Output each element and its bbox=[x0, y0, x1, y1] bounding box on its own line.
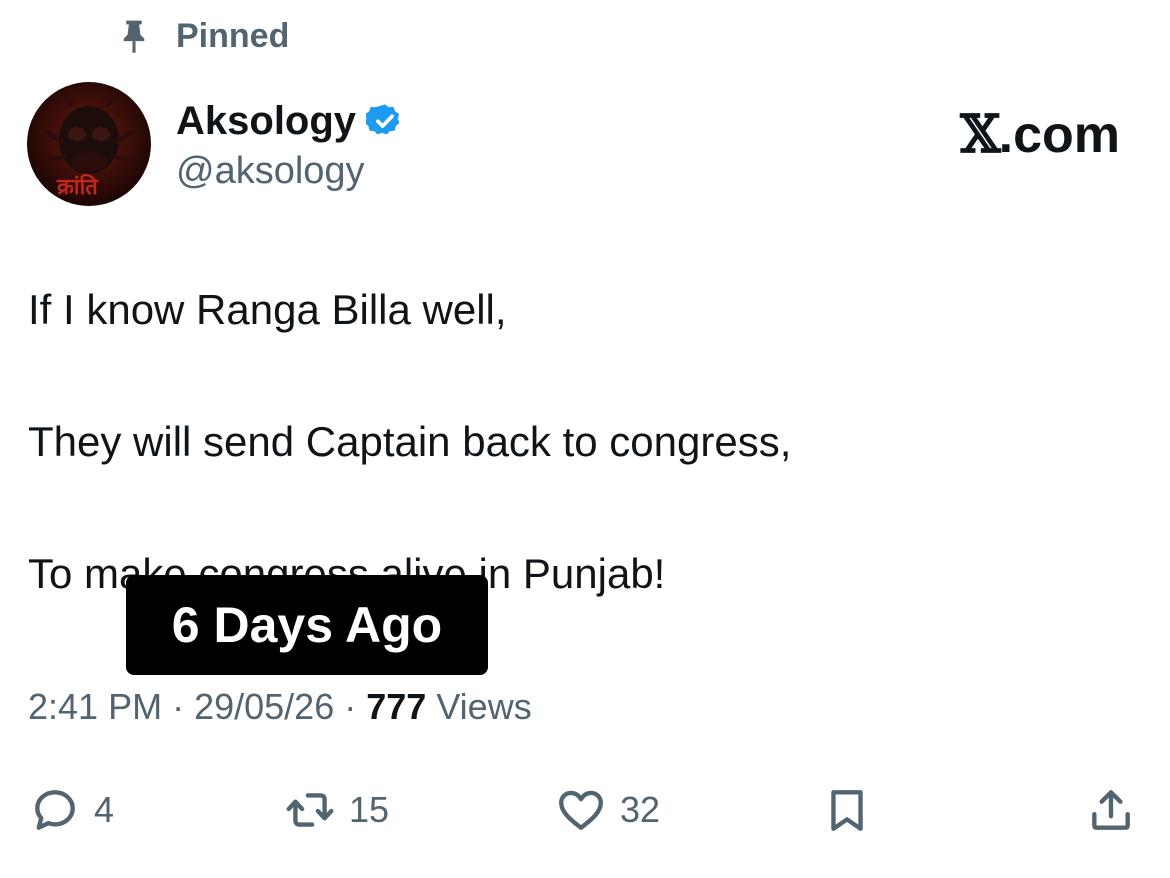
meta-separator: · bbox=[162, 686, 195, 727]
brand-logo: 𝕏 .com bbox=[960, 104, 1120, 165]
pinned-indicator: Pinned bbox=[118, 14, 289, 58]
reply-count: 4 bbox=[94, 789, 115, 830]
pin-icon bbox=[123, 20, 145, 53]
tweet-time[interactable]: 2:41 PM bbox=[28, 686, 162, 727]
display-name[interactable]: Aksology bbox=[176, 99, 356, 144]
author-name-row: Aksology bbox=[176, 98, 404, 144]
avatar[interactable]: क्रांति bbox=[27, 82, 151, 206]
bookmark-icon bbox=[831, 790, 863, 831]
views-count: 777 bbox=[366, 686, 427, 727]
reply-icon bbox=[35, 790, 75, 830]
views-label: Views bbox=[436, 686, 532, 727]
like-button[interactable]: 32 bbox=[556, 778, 660, 842]
tweet-text-line: If I know Ranga Billa well, bbox=[28, 286, 507, 333]
repost-icon bbox=[286, 793, 334, 827]
avatar-image: क्रांति bbox=[44, 87, 134, 200]
brand-suffix: .com bbox=[998, 106, 1120, 164]
age-overlay-text: 6 Days Ago bbox=[171, 597, 443, 653]
verified-badge-icon bbox=[366, 104, 400, 135]
repost-button[interactable]: 15 bbox=[285, 778, 389, 842]
heart-icon bbox=[559, 790, 603, 830]
repost-count: 15 bbox=[349, 789, 390, 830]
pinned-label: Pinned bbox=[176, 16, 290, 55]
meta-separator: · bbox=[334, 686, 367, 727]
share-icon bbox=[1092, 790, 1130, 830]
avatar-text: क्रांति bbox=[56, 173, 99, 200]
x-logo-icon: 𝕏 bbox=[960, 104, 1000, 165]
bookmark-button[interactable] bbox=[822, 778, 872, 842]
share-button[interactable] bbox=[1086, 778, 1136, 842]
reply-button[interactable]: 4 bbox=[30, 778, 114, 842]
tweet-date[interactable]: 29/05/26 bbox=[194, 686, 334, 727]
age-overlay-label: 6 Days Ago bbox=[126, 575, 488, 675]
author-handle[interactable]: @aksology bbox=[176, 150, 365, 193]
like-count: 32 bbox=[620, 789, 661, 830]
tweet-text-line: They will send Captain back to congress, bbox=[28, 418, 792, 465]
tweet-meta: 2:41 PM · 29/05/26 · 777 Views bbox=[28, 686, 532, 728]
